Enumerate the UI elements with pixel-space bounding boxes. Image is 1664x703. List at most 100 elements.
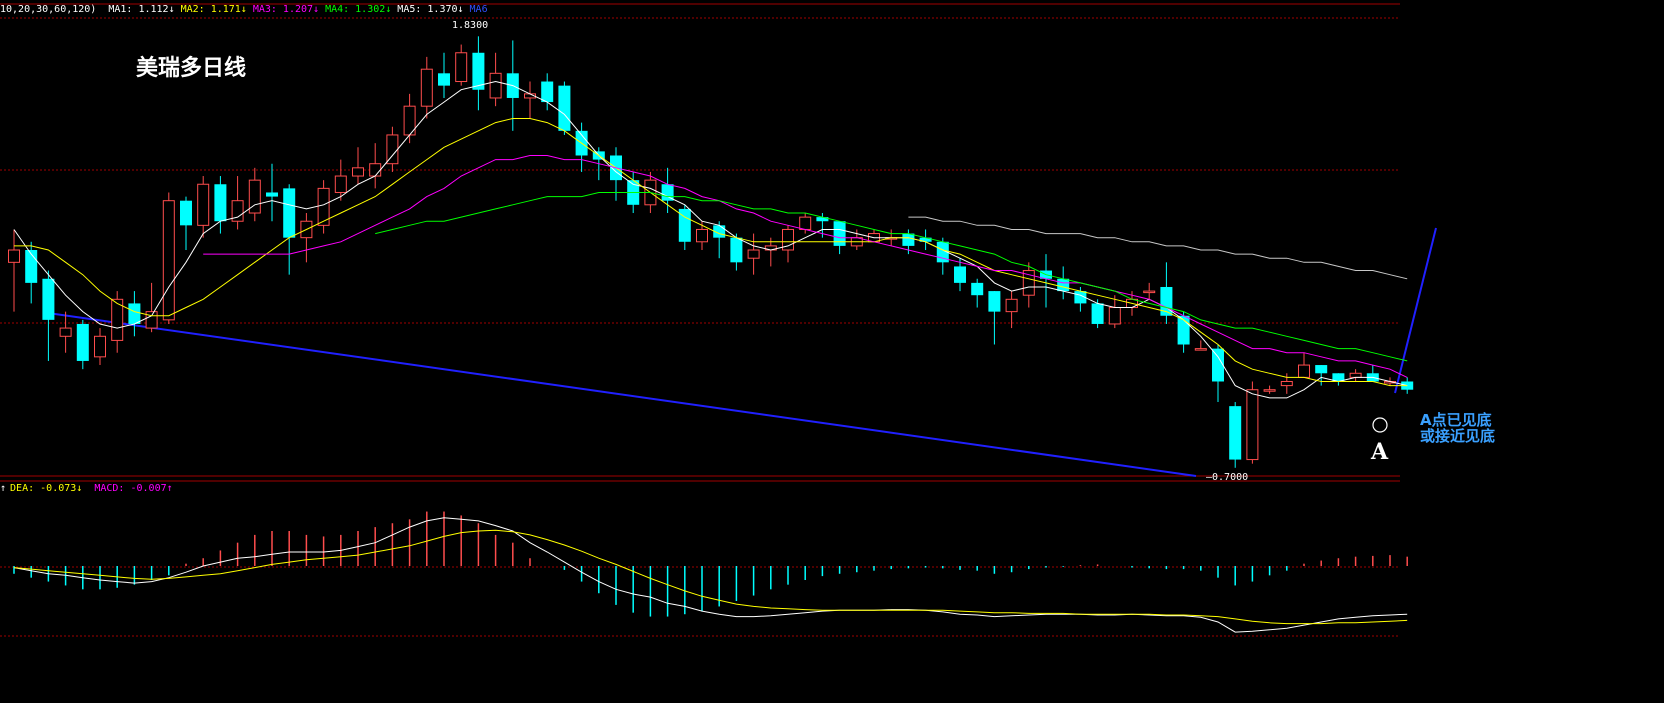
candle-body xyxy=(1298,364,1310,378)
candle xyxy=(231,176,244,230)
candle xyxy=(197,176,210,238)
candle xyxy=(128,291,141,337)
candle xyxy=(145,282,158,333)
trend-lines xyxy=(47,227,1437,477)
ma-legend-item-6: MA6 xyxy=(469,4,488,15)
candle-body xyxy=(730,237,743,263)
chart-title: 美瑞多日线 xyxy=(136,56,247,81)
candle xyxy=(919,229,932,250)
candle xyxy=(472,36,485,111)
candle-body xyxy=(541,81,554,103)
candle xyxy=(1022,262,1035,308)
dea-arrow: ↓ xyxy=(76,483,83,494)
candle xyxy=(1263,385,1276,394)
macd-legend: ↑ DEA: -0.073↓ MACD: -0.007↑ xyxy=(0,483,179,495)
candle xyxy=(94,328,106,366)
candle-body xyxy=(1108,307,1121,325)
high-price-label: 1.8300 xyxy=(452,20,488,31)
candle-body xyxy=(696,228,708,243)
note-line-2: 或接近见底 xyxy=(1420,427,1496,445)
point-a-label: A xyxy=(1371,439,1389,465)
candle xyxy=(971,278,984,308)
macd-line-dea xyxy=(13,529,1408,625)
candle xyxy=(352,147,364,185)
dea-label: DEA: xyxy=(10,483,35,494)
candle xyxy=(317,180,330,234)
candle-body xyxy=(1143,290,1156,294)
candle-body xyxy=(8,249,20,263)
macd-arrow: ↑ xyxy=(166,483,173,494)
candle-body xyxy=(283,188,296,238)
candle-body xyxy=(1057,278,1070,292)
candle-body xyxy=(25,250,38,283)
candle-body xyxy=(954,266,966,283)
ma-legend-item-3: MA3: 1.207↓ xyxy=(252,4,320,15)
macd-label: MACD: xyxy=(94,483,125,494)
candle-body xyxy=(180,200,192,226)
candle-body xyxy=(1246,389,1259,461)
candle xyxy=(489,52,502,107)
candle-body xyxy=(438,73,450,86)
candle-body xyxy=(1005,298,1018,313)
price-labels: 1.8300 —0.7000 xyxy=(452,20,1248,483)
point-a-circle xyxy=(1372,417,1388,433)
candle xyxy=(76,319,89,370)
candle xyxy=(42,270,55,361)
candle xyxy=(403,93,416,144)
candle-body xyxy=(76,323,89,361)
candle xyxy=(747,233,760,275)
ma-line-ma5 xyxy=(908,216,1408,280)
candle-body xyxy=(988,291,1001,312)
ma-line-ma2 xyxy=(14,118,1408,387)
candle xyxy=(25,241,38,304)
candle xyxy=(455,44,468,86)
macd-panel xyxy=(13,511,1408,633)
candle xyxy=(300,213,313,263)
candlestick-series xyxy=(8,36,1414,468)
candle-body xyxy=(197,183,210,226)
ma-legend-item-5: MA5: 1.370↓ xyxy=(397,4,464,15)
candle xyxy=(1349,369,1362,382)
candle xyxy=(1212,344,1224,403)
candle-body xyxy=(42,278,55,320)
candle-body xyxy=(455,52,468,83)
candle xyxy=(1298,352,1310,378)
ma-legend: 10,20,30,60,120) MA1: 1.112↓ MA2: 1.171↓ M… xyxy=(0,4,494,16)
candle xyxy=(386,126,399,172)
candle xyxy=(1315,365,1328,386)
candle-body xyxy=(352,167,364,177)
candle xyxy=(420,56,433,119)
ma-legend-item-1: MA1: 1.112↓ xyxy=(108,4,175,15)
candle xyxy=(988,291,1001,345)
ma-line-ma3 xyxy=(203,155,1408,378)
candle-body xyxy=(902,233,915,246)
candle xyxy=(1040,254,1052,308)
candle-body xyxy=(971,282,984,296)
candle-body xyxy=(1280,380,1293,387)
candle xyxy=(438,52,450,98)
ma-legend-item-4: MA4: 1.302↓ xyxy=(325,4,392,15)
candle-body xyxy=(1349,372,1362,378)
candle xyxy=(661,167,674,214)
candle-body xyxy=(799,216,812,230)
candle-body xyxy=(1263,389,1276,392)
ma-legend-item-2: MA2: 1.171↓ xyxy=(180,4,247,15)
grid-lines xyxy=(0,3,1400,637)
candle xyxy=(180,196,192,250)
ma-params: 10,20,30,60,120) xyxy=(0,4,97,15)
candle xyxy=(868,229,880,243)
chart-canvas: 1.8300 —0.7000 xyxy=(0,3,1437,637)
candle xyxy=(524,81,536,119)
candle xyxy=(1229,402,1242,468)
candle-body xyxy=(334,175,347,193)
macd-line-dif xyxy=(13,517,1408,633)
candle-body xyxy=(369,163,382,177)
annotation-note: A点已见底 或接近见底 xyxy=(1420,412,1495,444)
dea-value: -0.073 xyxy=(40,483,77,494)
candle xyxy=(162,192,175,324)
candle xyxy=(266,163,278,222)
candle-body xyxy=(128,303,141,324)
ma-line-ma4 xyxy=(375,192,1408,362)
down-trend-line xyxy=(47,312,1197,477)
candle-body xyxy=(1229,406,1242,460)
